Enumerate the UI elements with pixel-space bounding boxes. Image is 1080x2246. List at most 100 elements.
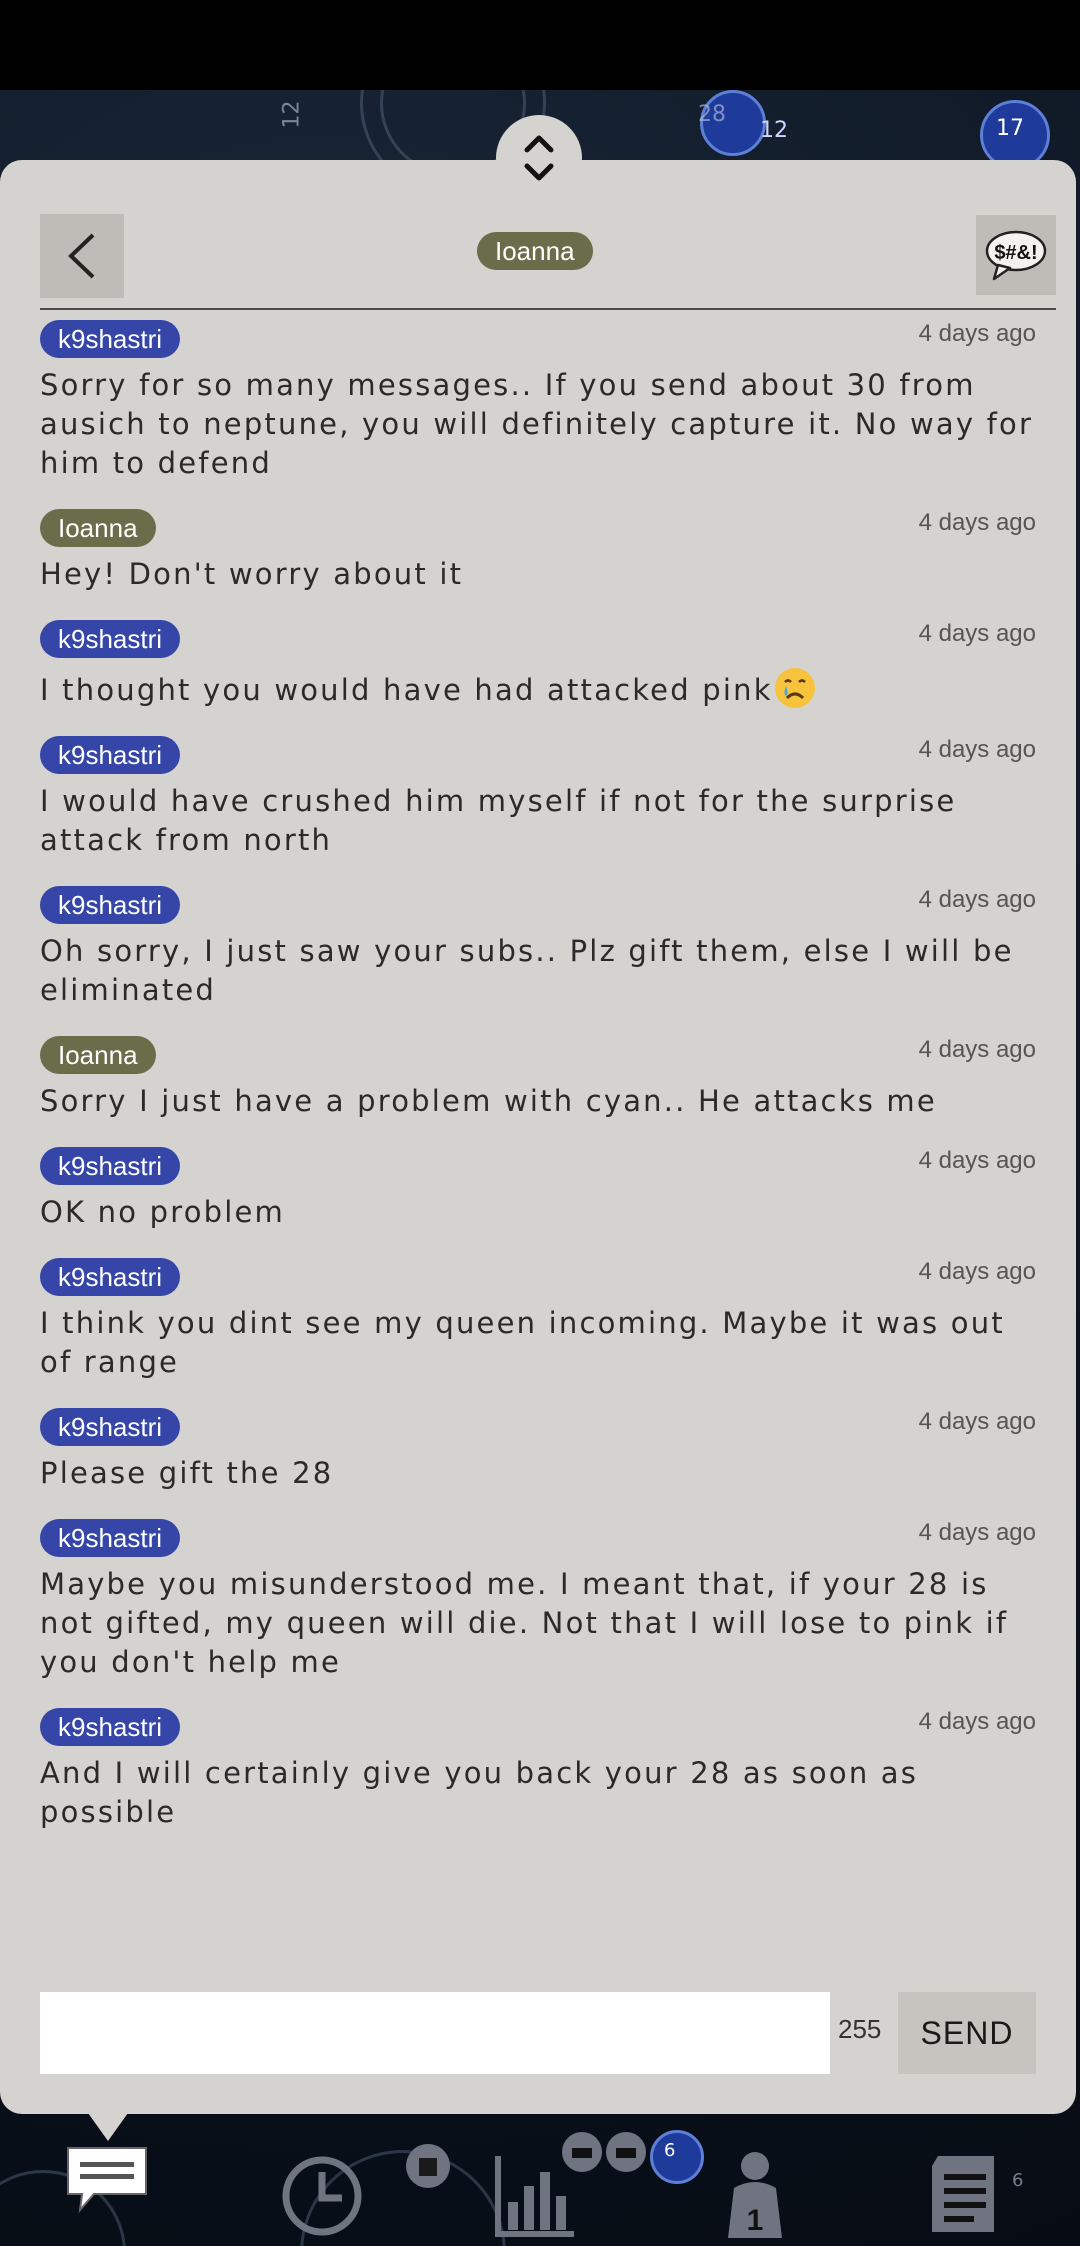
expand-collapse-icon <box>524 135 554 181</box>
message-author-badge: Ioanna <box>40 509 156 547</box>
message-text: Sorry for so many messages.. If you send… <box>40 368 1034 480</box>
chat-icon <box>67 2147 147 2214</box>
message-header: k9shastri 4 days ago <box>40 320 1036 362</box>
message-body: Oh sorry, I just saw your subs.. Plz gif… <box>40 932 1036 1010</box>
chat-message: k9shastri 4 days ago I would have crushed … <box>40 736 1036 860</box>
message-header: Ioanna 4 days ago <box>40 1036 1036 1078</box>
map-label: 12 <box>760 118 788 143</box>
message-text: OK no problem <box>40 1195 285 1229</box>
message-author-badge: k9shastri <box>40 886 181 924</box>
message-body: Hey! Don't worry about it <box>40 555 1036 594</box>
message-body: Sorry I just have a problem with cyan.. … <box>40 1082 1036 1121</box>
nav-diplomacy[interactable] <box>560 2130 652 2174</box>
message-input[interactable] <box>40 1992 830 2074</box>
back-button[interactable] <box>40 214 124 298</box>
bottom-nav: 1 <box>0 2130 1080 2246</box>
message-text: I would have crushed him myself if not f… <box>40 784 957 857</box>
king-icon <box>406 2144 450 2188</box>
notes-icon <box>932 2156 994 2232</box>
chat-message: k9shastri 4 days ago OK no problem <box>40 1147 1036 1232</box>
nav-empire[interactable] <box>404 2142 452 2190</box>
message-author-badge: k9shastri <box>40 1708 181 1746</box>
profanity-filter-button[interactable]: $#&! <box>976 215 1056 295</box>
header-divider <box>40 308 1056 310</box>
player-badge: 1 <box>747 2204 764 2237</box>
message-timestamp: 4 days ago <box>918 509 1036 536</box>
chat-message: Ioanna 4 days ago Hey! Don't worry about i… <box>40 509 1036 594</box>
nav-player-info[interactable]: 1 <box>720 2148 790 2240</box>
message-author-badge: k9shastri <box>40 320 181 358</box>
clock-icon <box>282 2156 362 2236</box>
profanity-label: $#&! <box>994 242 1037 264</box>
message-text: Hey! Don't worry about it <box>40 557 464 591</box>
message-body: I think you dint see my queen incoming. … <box>40 1304 1036 1382</box>
chat-message: k9shastri 4 days ago I thought you would h… <box>40 620 1036 710</box>
message-header: k9shastri 4 days ago <box>40 1519 1036 1561</box>
chat-message: k9shastri 4 days ago And I will certainly … <box>40 1708 1036 1832</box>
message-author-badge: k9shastri <box>40 620 181 658</box>
message-header: k9shastri 4 days ago <box>40 1408 1036 1450</box>
message-text: I think you dint see my queen incoming. … <box>40 1306 1005 1379</box>
message-author-badge: k9shastri <box>40 1258 181 1296</box>
message-body: Maybe you misunderstood me. I meant that… <box>40 1565 1036 1682</box>
message-author-badge: Ioanna <box>40 1036 156 1074</box>
message-header: k9shastri 4 days ago <box>40 1147 1036 1189</box>
message-text: Sorry I just have a problem with cyan.. … <box>40 1084 937 1118</box>
chat-message: k9shastri 4 days ago Maybe you misundersto… <box>40 1519 1036 1682</box>
chat-panel: Ioanna $#&! k9shastri 4 days ago Sorry for… <box>0 160 1076 2114</box>
message-header: k9shastri 4 days ago <box>40 620 1036 662</box>
message-text: And I will certainly give you back your … <box>40 1756 919 1829</box>
message-timestamp: 4 days ago <box>918 620 1036 647</box>
chat-message: k9shastri 4 days ago I think you dint see … <box>40 1258 1036 1382</box>
message-body: Please gift the 28 <box>40 1454 1036 1493</box>
message-body: OK no problem <box>40 1193 1036 1232</box>
message-text: I thought you would have had attacked pi… <box>40 673 773 707</box>
message-timestamp: 4 days ago <box>918 1258 1036 1285</box>
send-button[interactable]: SEND <box>898 1992 1036 2074</box>
message-header: k9shastri 4 days ago <box>40 1708 1036 1750</box>
message-author-badge: k9shastri <box>40 1519 181 1557</box>
message-timestamp: 4 days ago <box>918 736 1036 763</box>
status-bar <box>0 0 1080 90</box>
map-label: 28 <box>698 102 726 127</box>
message-author-badge: k9shastri <box>40 736 181 774</box>
nav-notes[interactable] <box>928 2152 1004 2236</box>
message-timestamp: 4 days ago <box>918 1147 1036 1174</box>
message-header: k9shastri 4 days ago <box>40 886 1036 928</box>
player-info-icon: 1 <box>728 2152 782 2238</box>
message-timestamp: 4 days ago <box>918 320 1036 347</box>
chat-message: k9shastri 4 days ago Sorry for so many mes… <box>40 320 1036 483</box>
crying-face-icon <box>774 668 815 708</box>
nav-chat[interactable] <box>64 2144 150 2218</box>
map-label: 17 <box>996 116 1024 141</box>
diplomacy-icon <box>562 2132 646 2172</box>
message-body: And I will certainly give you back your … <box>40 1754 1036 1832</box>
message-timestamp: 4 days ago <box>918 1708 1036 1735</box>
message-body: I would have crushed him myself if not f… <box>40 782 1036 860</box>
message-list[interactable]: k9shastri 4 days ago Sorry for so many mes… <box>40 320 1036 1858</box>
composer: 255 SEND <box>40 1992 1036 2074</box>
message-author-badge: k9shastri <box>40 1147 181 1185</box>
message-timestamp: 4 days ago <box>918 1408 1036 1435</box>
message-timestamp: 4 days ago <box>918 886 1036 913</box>
nav-history[interactable] <box>280 2154 364 2238</box>
message-header: Ioanna 4 days ago <box>40 509 1036 551</box>
message-author-badge: k9shastri <box>40 1408 181 1446</box>
chat-message: Ioanna 4 days ago Sorry I just have a prob… <box>40 1036 1036 1121</box>
chat-message: k9shastri 4 days ago Please gift the 28 <box>40 1408 1036 1493</box>
message-timestamp: 4 days ago <box>918 1036 1036 1063</box>
contact-name-badge: Ioanna <box>477 232 593 270</box>
char-counter: 255 <box>838 2014 882 2044</box>
message-text: Please gift the 28 <box>40 1456 334 1490</box>
message-text: Maybe you misunderstood me. I meant that… <box>40 1567 1009 1679</box>
message-header: k9shastri 4 days ago <box>40 1258 1036 1300</box>
message-body: I thought you would have had attacked pi… <box>40 666 1036 710</box>
chevron-left-icon <box>68 233 95 279</box>
chat-message: k9shastri 4 days ago Oh sorry, I just saw … <box>40 886 1036 1010</box>
message-text: Oh sorry, I just saw your subs.. Plz gif… <box>40 934 1014 1007</box>
message-timestamp: 4 days ago <box>918 1519 1036 1546</box>
collapse-toggle-button[interactable] <box>496 115 582 201</box>
map-label: 12 <box>279 100 305 129</box>
message-body: Sorry for so many messages.. If you send… <box>40 366 1036 483</box>
speech-bubble-icon: $#&! <box>985 230 1047 281</box>
